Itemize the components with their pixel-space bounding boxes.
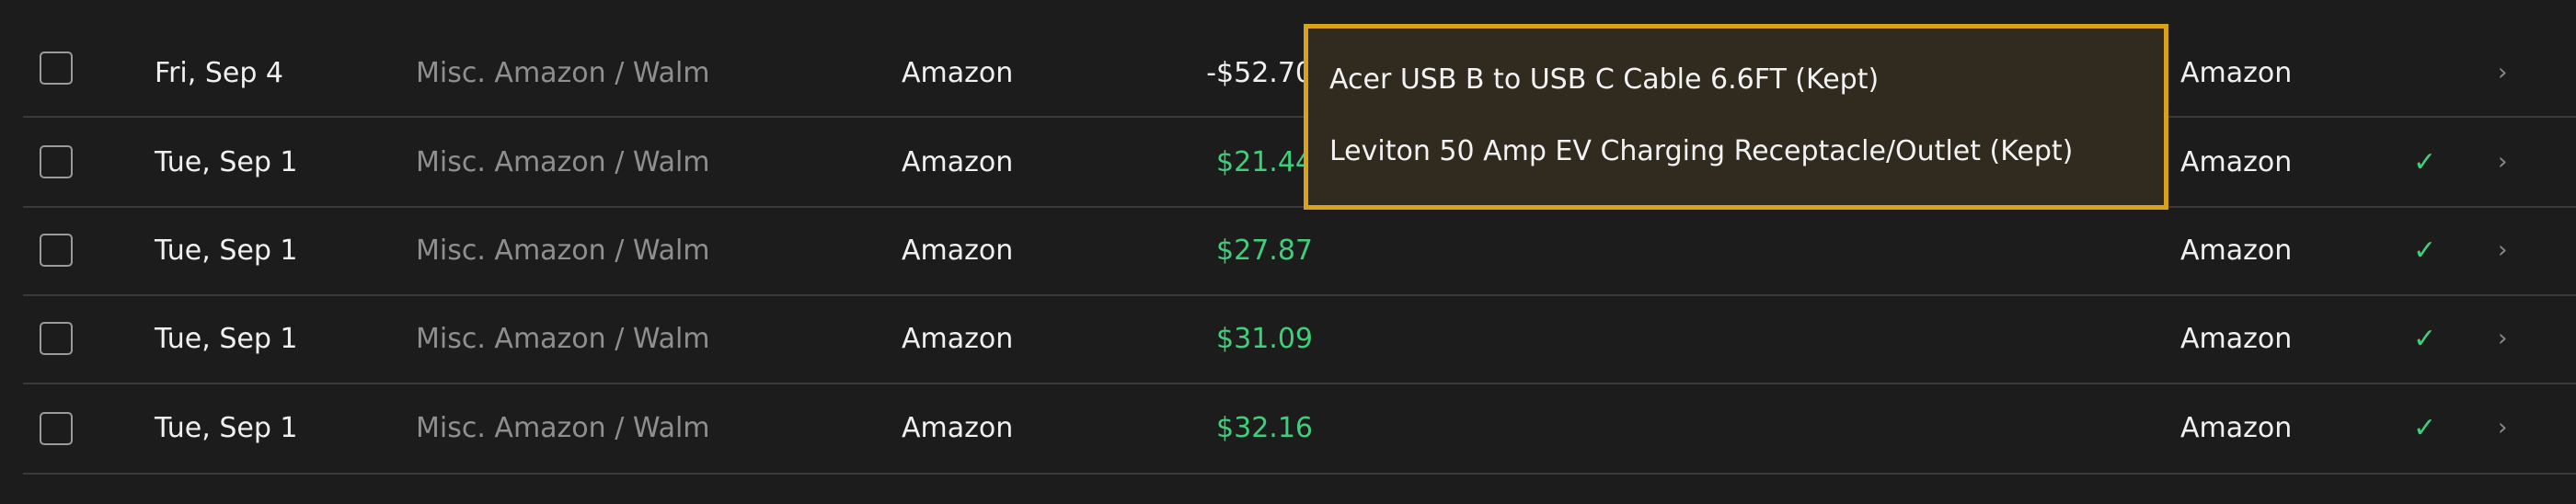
transaction-account: Amazon	[2180, 411, 2293, 444]
transaction-date: Tue, Sep 1	[155, 234, 298, 267]
transaction-amount: $31.09	[1216, 322, 1313, 355]
transaction-date: Fri, Sep 4	[155, 56, 283, 89]
table-row[interactable]: Tue, Sep 1 Misc. Amazon / Walm Amazon $2…	[23, 118, 2576, 208]
chevron-right-icon[interactable]: ›	[2498, 29, 2507, 116]
tooltip-item: Leviton 50 Amp EV Charging Receptacle/Ou…	[1329, 135, 2074, 167]
table-row[interactable]: Fri, Sep 4 Misc. Amazon / Walm Amazon -$…	[23, 29, 2576, 118]
transaction-amount: $27.87	[1216, 234, 1313, 267]
checkbox-icon[interactable]	[40, 145, 73, 178]
transaction-account: Amazon	[2180, 234, 2293, 267]
transaction-merchant[interactable]: Amazon	[902, 118, 1013, 206]
checkmark-icon: ✓	[2413, 234, 2437, 267]
transaction-category[interactable]: Misc. Amazon / Walm	[416, 294, 710, 383]
tooltip-item: Acer USB B to USB C Cable 6.6FT (Kept)	[1329, 63, 1880, 96]
chevron-right-icon[interactable]: ›	[2498, 294, 2507, 383]
transaction-amount: $21.44	[1216, 145, 1313, 178]
transaction-amount: -$52.70	[1206, 56, 1313, 89]
transaction-account: Amazon	[2180, 322, 2293, 355]
chevron-right-icon[interactable]: ›	[2498, 383, 2507, 473]
transaction-category[interactable]: Misc. Amazon / Walm	[416, 383, 710, 473]
transaction-date: Tue, Sep 1	[155, 322, 298, 355]
chevron-right-icon[interactable]: ›	[2498, 206, 2507, 294]
transaction-merchant[interactable]: Amazon	[902, 294, 1013, 383]
transaction-merchant[interactable]: Amazon	[902, 29, 1013, 116]
checkmark-icon: ✓	[2413, 322, 2437, 355]
checkmark-icon: ✓	[2413, 411, 2437, 444]
checkmark-icon: ✓	[2413, 145, 2437, 178]
items-tooltip: Acer USB B to USB C Cable 6.6FT (Kept) L…	[1304, 24, 2168, 210]
transaction-amount: $32.16	[1216, 411, 1313, 444]
table-row[interactable]: Tue, Sep 1 Misc. Amazon / Walm Amazon $2…	[23, 206, 2576, 296]
checkbox-icon[interactable]	[40, 52, 73, 85]
table-row[interactable]: Tue, Sep 1 Misc. Amazon / Walm Amazon $3…	[23, 294, 2576, 384]
checkbox-icon[interactable]	[40, 234, 73, 267]
transaction-account: Amazon	[2180, 145, 2293, 178]
transaction-merchant[interactable]: Amazon	[902, 383, 1013, 473]
checkbox-icon[interactable]	[40, 322, 73, 355]
transaction-account: Amazon	[2180, 56, 2293, 89]
transaction-category[interactable]: Misc. Amazon / Walm	[416, 118, 710, 206]
transaction-date: Tue, Sep 1	[155, 411, 298, 444]
transaction-category[interactable]: Misc. Amazon / Walm	[416, 206, 710, 294]
chevron-right-icon[interactable]: ›	[2498, 118, 2507, 206]
transaction-category[interactable]: Misc. Amazon / Walm	[416, 29, 710, 116]
transaction-merchant[interactable]: Amazon	[902, 206, 1013, 294]
transaction-date: Tue, Sep 1	[155, 145, 298, 178]
table-row[interactable]: Tue, Sep 1 Misc. Amazon / Walm Amazon $3…	[23, 383, 2576, 475]
checkbox-icon[interactable]	[40, 412, 73, 445]
